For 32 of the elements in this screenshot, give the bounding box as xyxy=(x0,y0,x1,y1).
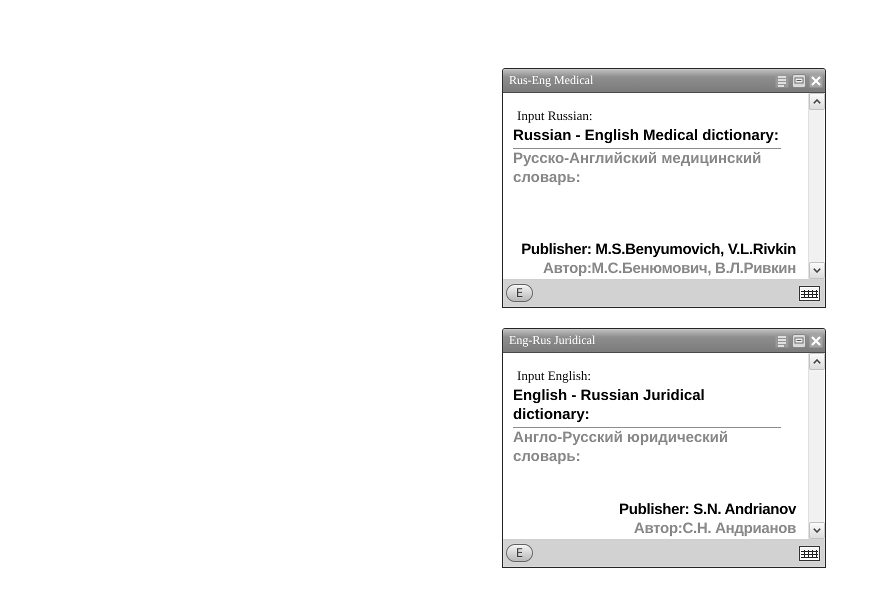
scroll-down-button[interactable] xyxy=(809,262,825,279)
window-title: Rus-Eng Medical xyxy=(509,73,594,88)
author-text: Автор:М.С.Бенюмович, В.Л.Ривкин xyxy=(543,259,796,278)
dictionary-title: English - Russian Juridical dictionary: xyxy=(513,386,781,428)
window-icon[interactable] xyxy=(792,334,806,348)
input-prompt: Input English: xyxy=(516,367,592,385)
mode-button[interactable]: E xyxy=(506,284,533,302)
menu-icon[interactable] xyxy=(775,334,789,348)
window-title: Eng-Rus Juridical xyxy=(509,333,596,348)
scroll-up-button[interactable] xyxy=(809,353,825,370)
scrollbar[interactable] xyxy=(808,93,825,279)
dictionary-title-translation: Русско-Английский медицинский словарь: xyxy=(513,149,762,187)
chevron-down-icon xyxy=(813,268,821,273)
close-icon[interactable] xyxy=(809,334,823,348)
menu-icon[interactable] xyxy=(775,74,789,88)
mode-button[interactable]: E xyxy=(506,544,533,562)
dictionary-title-translation: Англо-Русский юридический словарь: xyxy=(513,428,730,466)
scroll-down-button[interactable] xyxy=(809,522,825,539)
scrollbar[interactable] xyxy=(808,353,825,539)
dictionary-title: Russian - English Medical dictionary: xyxy=(513,126,781,149)
window-icon[interactable] xyxy=(792,74,806,88)
chevron-down-icon xyxy=(813,528,821,533)
input-prompt: Input Russian: xyxy=(516,107,592,125)
publisher-text: Publisher: M.S.Benyumovich, V.L.Rivkin xyxy=(521,240,796,259)
scroll-up-button[interactable] xyxy=(809,93,825,110)
keyboard-icon[interactable] xyxy=(799,286,820,300)
keyboard-icon[interactable] xyxy=(799,546,820,560)
publisher-text: Publisher: S.N. Andrianov xyxy=(619,500,796,519)
author-text: Автор:С.Н. Андрианов xyxy=(634,519,796,538)
chevron-up-icon xyxy=(813,99,821,104)
close-icon[interactable] xyxy=(809,74,823,88)
chevron-up-icon xyxy=(813,359,821,364)
